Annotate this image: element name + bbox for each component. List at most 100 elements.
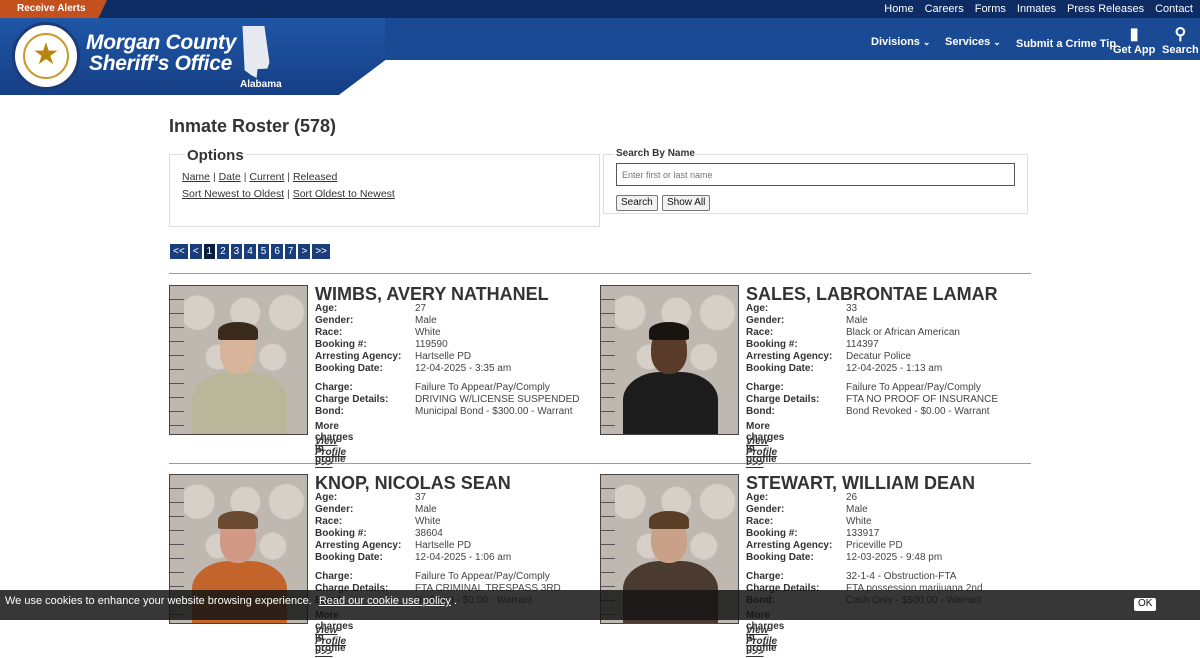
filter-released-link[interactable]: Released [293,171,337,183]
nav-submit-crime-tip[interactable]: Submit a Crime Tip [1016,38,1116,50]
options-legend: Options [185,147,246,164]
field-label-age: Age: [315,492,338,503]
page-prev-button[interactable]: < [189,244,202,259]
field-value-booking: 38604 [415,528,443,539]
page-7-button[interactable]: 7 [284,244,297,259]
pagination: << < 1 2 3 4 5 6 7 > >> [170,244,332,259]
page-5-button[interactable]: 5 [257,244,270,259]
row-divider [169,273,1031,274]
field-label-race: Race: [746,516,774,527]
sort-newest-link[interactable]: Sort Newest to Oldest [182,188,284,200]
top-link-inmates[interactable]: Inmates [1017,0,1056,18]
field-value-bond: Municipal Bond - $300.00 - Warrant [415,406,573,417]
page-3-button[interactable]: 3 [230,244,243,259]
filter-name-link[interactable]: Name [182,171,210,183]
chevron-down-icon: ⌄ [922,36,931,47]
field-value-date: 12-04-2025 - 1:13 am [846,363,943,374]
cookie-ok-button[interactable]: OK [1134,598,1157,611]
field-value-agency: Hartselle PD [415,540,472,551]
field-value-gender: Male [415,315,437,326]
field-label-booking: Booking #: [315,528,367,539]
cookie-text: We use cookies to enhance your website b… [5,595,312,607]
field-label-charge: Charge: [315,382,353,393]
field-label-charge: Charge: [315,571,353,582]
filter-current-link[interactable]: Current [249,171,284,183]
field-value-race: White [415,516,441,527]
field-value-age: 26 [846,492,858,503]
field-label-age: Age: [315,303,338,314]
field-value-agency: Priceville PD [846,540,903,551]
page-6-button[interactable]: 6 [271,244,283,259]
mobile-app-icon: ▮ [1129,26,1139,43]
field-label-bond: Bond: [315,406,344,417]
top-link-press-releases[interactable]: Press Releases [1067,0,1144,18]
page-1-button[interactable]: 1 [203,244,216,259]
field-label-agency: Arresting Agency: [746,540,833,551]
show-all-button[interactable]: Show All [662,195,711,211]
nav-services[interactable]: Services ⌄ [945,36,1001,48]
page-title: Inmate Roster (578) [169,116,337,136]
top-link-careers[interactable]: Careers [925,0,964,18]
field-value-age: 33 [846,303,858,314]
page-next-button[interactable]: > [298,244,311,259]
search-button[interactable]: Search [616,195,658,211]
field-label-charge: Charge: [746,571,784,582]
field-value-charge: Failure To Appear/Pay/Comply [846,382,981,393]
cookie-policy-link[interactable]: Read our cookie use policy [319,595,451,607]
field-value-details: FTA NO PROOF OF INSURANCE [846,394,999,405]
field-label-booking: Booking #: [315,339,367,350]
sort-oldest-link[interactable]: Sort Oldest to Newest [293,188,395,200]
field-label-booking: Booking #: [746,528,798,539]
nav-get-app[interactable]: ▮ Get App [1113,26,1155,56]
top-link-contact[interactable]: Contact [1155,0,1193,18]
view-profile-link[interactable]: View Profile >>> [315,625,346,658]
page-last-button[interactable]: >> [312,244,330,259]
top-link-home[interactable]: Home [884,0,913,18]
inmate-name[interactable]: SALES, LABRONTAE LAMAR [746,284,998,305]
field-value-date: 12-04-2025 - 3:35 am [415,363,512,374]
field-value-booking: 114397 [846,339,879,350]
page-2-button[interactable]: 2 [217,244,229,259]
inmate-mugshot[interactable] [169,285,308,435]
filter-date-link[interactable]: Date [219,171,241,183]
field-value-age: 27 [415,303,427,314]
field-value-race: White [846,516,872,527]
page-4-button[interactable]: 4 [244,244,256,259]
nav-search[interactable]: ⚲ Search [1162,26,1199,56]
chevron-down-icon: ⌄ [993,36,1001,47]
inmate-name[interactable]: WIMBS, AVERY NATHANEL [315,284,549,305]
field-label-race: Race: [315,516,343,527]
inmate-name[interactable]: KNOP, NICOLAS SEAN [315,473,511,494]
field-value-charge: Failure To Appear/Pay/Comply [415,382,550,393]
view-profile-link[interactable]: View Profile >>> [746,436,777,469]
field-value-race: Black or African American [846,327,960,338]
inmate-mugshot[interactable] [600,285,739,435]
field-label-age: Age: [746,303,769,314]
field-value-booking: 119590 [415,339,448,350]
top-links: Home Careers Forms Inmates Press Release… [884,0,1200,18]
nav-divisions[interactable]: Divisions ⌄ [871,36,930,48]
sheriff-badge-logo[interactable]: ★ [12,22,80,90]
page-first-button[interactable]: << [170,244,188,259]
field-value-gender: Male [415,504,437,515]
field-value-age: 37 [415,492,427,503]
field-label-charge: Charge: [746,382,784,393]
site-title-line2[interactable]: Sheriff's Office [89,52,232,76]
field-value-agency: Hartselle PD [415,351,472,362]
field-label-gender: Gender: [315,504,354,515]
view-profile-link[interactable]: View Profile >>> [746,625,777,658]
inmate-name[interactable]: STEWART, WILLIAM DEAN [746,473,975,494]
field-label-date: Booking Date: [746,552,814,563]
field-label-agency: Arresting Agency: [746,351,833,362]
field-label-age: Age: [746,492,769,503]
field-value-details: DRIVING W/LICENSE SUSPENDED [415,394,580,405]
top-link-forms[interactable]: Forms [975,0,1006,18]
field-label-details: Charge Details: [315,394,389,405]
receive-alerts-button[interactable]: Receive Alerts [0,0,107,18]
view-profile-link[interactable]: View Profile >>> [315,436,346,469]
field-label-race: Race: [746,327,774,338]
cookie-banner: We use cookies to enhance your website b… [0,590,1200,620]
name-search-input[interactable] [616,163,1015,186]
field-label-bond: Bond: [746,406,775,417]
field-label-gender: Gender: [315,315,354,326]
